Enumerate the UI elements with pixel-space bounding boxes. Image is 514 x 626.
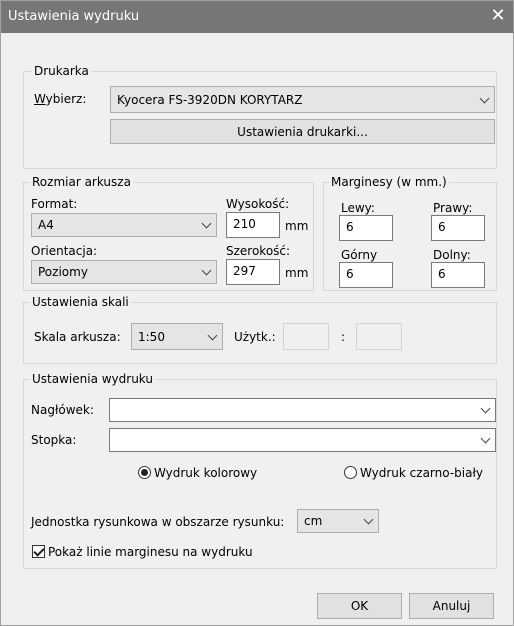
- margin-top-input[interactable]: 6: [339, 262, 393, 288]
- user-scale-denominator-input[interactable]: [356, 323, 402, 350]
- chevron-down-icon: [479, 93, 490, 104]
- height-label: Wysokość:: [226, 197, 290, 211]
- printer-settings-button[interactable]: Ustawienia drukarki...: [110, 119, 495, 144]
- chevron-down-icon: [201, 218, 212, 229]
- drawing-unit-label: Jednostka rysunkowa w obszarze rysunku:: [31, 515, 285, 529]
- checkmark-icon: [33, 545, 45, 557]
- printer-group-legend: Drukarka: [32, 64, 91, 78]
- bw-print-label[interactable]: Wydruk czarno-biały: [360, 466, 483, 480]
- sheet-scale-label: Skala arkusza:: [34, 330, 121, 344]
- title-bar: Ustawienia wydruku ✕: [1, 1, 513, 33]
- printer-select[interactable]: Kyocera FS-3920DN KORYTARZ: [110, 86, 495, 113]
- margin-left-label: Lewy:: [341, 201, 375, 215]
- printer-select-value: Kyocera FS-3920DN KORYTARZ: [117, 93, 303, 107]
- show-margin-label[interactable]: Pokaż linie marginesu na wydruku: [48, 545, 253, 559]
- window-title: Ustawienia wydruku: [8, 9, 140, 24]
- margin-right-input[interactable]: 6: [431, 215, 485, 241]
- orientation-select[interactable]: Poziomy: [31, 260, 217, 284]
- bw-print-radio[interactable]: [344, 466, 357, 479]
- width-input[interactable]: 297: [226, 259, 280, 285]
- sheet-size-legend: Rozmiar arkusza: [30, 175, 133, 189]
- chevron-down-icon: [480, 403, 491, 414]
- drawing-unit-value: cm: [304, 514, 323, 528]
- user-scale-numerator-input[interactable]: [283, 323, 329, 350]
- radio-selected-dot: [141, 469, 148, 476]
- close-icon[interactable]: ✕: [487, 5, 509, 27]
- print-legend: Ustawienia wydruku: [30, 372, 155, 386]
- chevron-down-icon: [363, 514, 374, 525]
- orientation-value: Poziomy: [38, 265, 88, 279]
- width-unit: mm: [285, 266, 309, 280]
- cancel-button[interactable]: Anuluj: [409, 593, 494, 619]
- header-combobox[interactable]: [109, 398, 496, 422]
- height-unit: mm: [285, 219, 309, 233]
- format-value: A4: [38, 218, 54, 232]
- footer-combobox[interactable]: [109, 428, 496, 452]
- margin-bottom-label: Dolny:: [433, 248, 471, 262]
- show-margin-checkbox[interactable]: [32, 545, 45, 558]
- ok-button[interactable]: OK: [317, 593, 402, 619]
- header-label: Nagłówek:: [31, 403, 94, 417]
- height-input[interactable]: 210: [226, 212, 280, 238]
- scale-legend: Ustawienia skali: [30, 295, 131, 309]
- printer-select-label: Wybierz:: [34, 92, 87, 106]
- drawing-unit-select[interactable]: cm: [297, 509, 379, 533]
- margin-top-label: Górny: [341, 248, 378, 262]
- user-scale-label: Użytk.:: [234, 330, 276, 344]
- margin-bottom-input[interactable]: 6: [431, 262, 485, 288]
- chevron-down-icon: [207, 330, 218, 341]
- format-select[interactable]: A4: [31, 213, 217, 237]
- sheet-scale-select[interactable]: 1:50: [131, 323, 223, 350]
- orientation-label: Orientacja:: [31, 244, 98, 258]
- margins-legend: Marginesy (w mm.): [329, 175, 449, 189]
- margin-left-input[interactable]: 6: [339, 215, 393, 241]
- user-scale-separator: :: [341, 330, 346, 344]
- color-print-label[interactable]: Wydruk kolorowy: [154, 466, 257, 480]
- format-label: Format:: [31, 197, 78, 211]
- margin-right-label: Prawy:: [433, 201, 473, 215]
- chevron-down-icon: [201, 265, 212, 276]
- footer-label: Stopka:: [31, 433, 77, 447]
- width-label: Szerokość:: [226, 244, 291, 258]
- sheet-scale-value: 1:50: [138, 330, 165, 344]
- color-print-radio[interactable]: [138, 466, 151, 479]
- print-settings-dialog: Ustawienia wydruku ✕ Drukarka Wybierz: K…: [0, 0, 514, 626]
- chevron-down-icon: [480, 433, 491, 444]
